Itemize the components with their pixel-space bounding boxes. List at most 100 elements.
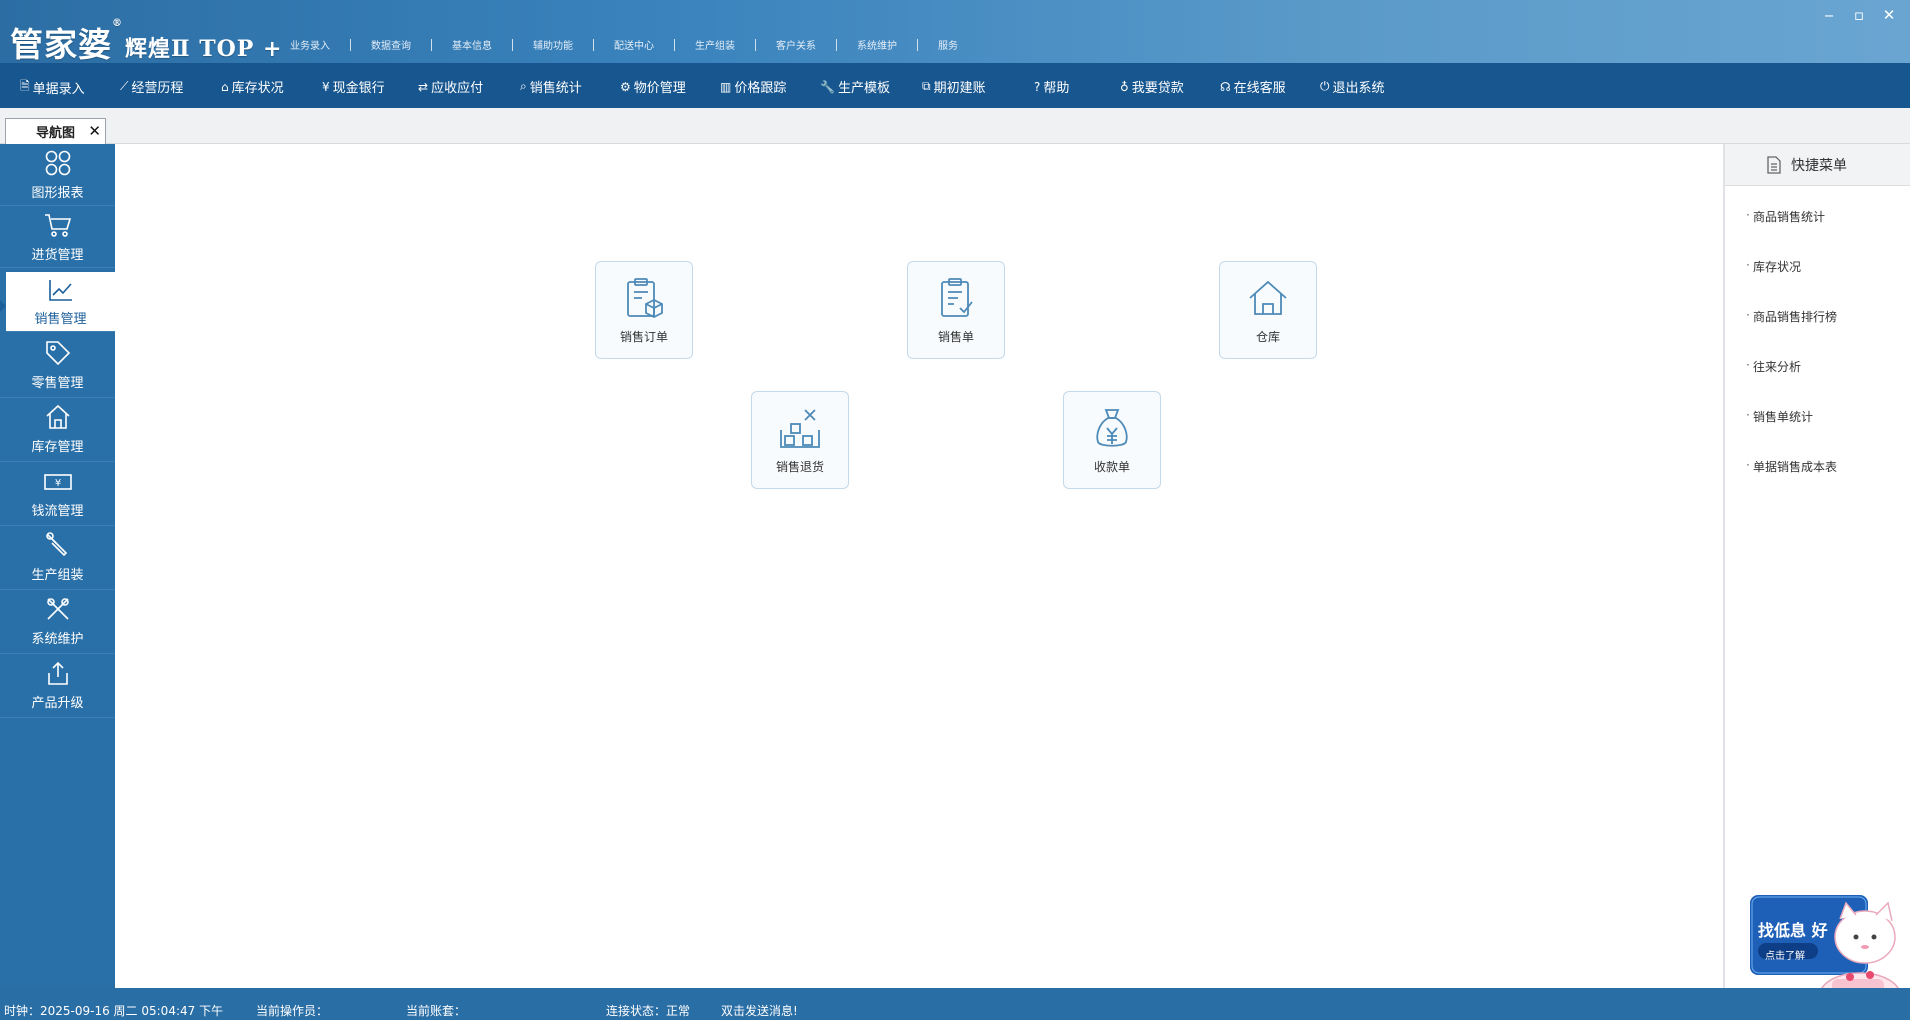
quick-menu-item[interactable]: 库存状况: [1746, 258, 1801, 275]
sidebar-item-system-maintenance[interactable]: 系统维护: [0, 590, 115, 654]
sidebar-item-purchase[interactable]: 进货管理: [0, 206, 115, 268]
tile-receipt[interactable]: 收款单: [1063, 391, 1161, 489]
topmenu-item[interactable]: 基本信息: [432, 37, 512, 52]
toolbar-label: 物价管理: [633, 81, 686, 96]
money-bag-icon: [1096, 409, 1128, 447]
toolbar-inventory-status[interactable]: ⌂ 库存状况: [221, 77, 284, 97]
sidebar-item-production[interactable]: 生产组装: [0, 526, 115, 590]
toolbar-document-entry[interactable]: 🗎 单据录入: [20, 77, 85, 98]
house-icon: [45, 404, 70, 429]
toolbar-loan[interactable]: ♁ 我要贷款: [1120, 77, 1184, 97]
tab-label: 导航图: [35, 126, 75, 141]
toolbar-online-service[interactable]: ☊ 在线客服: [1220, 77, 1286, 97]
sidebar-item-cash-flow[interactable]: ¥ 钱流管理: [0, 462, 115, 526]
tab-navigation-map[interactable]: 导航图 ✕: [5, 118, 106, 144]
status-send-message[interactable]: 双击发送消息!: [721, 1002, 798, 1019]
status-connection: 连接状态：正常: [606, 1004, 691, 1018]
exchange-icon: ⇄: [418, 79, 429, 94]
topmenu-item[interactable]: 配送中心: [594, 37, 674, 52]
quick-menu-item[interactable]: 销售单统计: [1746, 408, 1813, 425]
quick-menu-item[interactable]: 单据销售成本表: [1746, 458, 1837, 475]
topmenu-item[interactable]: 业务录入: [270, 37, 350, 52]
sidebar-item-label: 钱流管理: [31, 504, 84, 519]
toolbar-receivable-payable[interactable]: ⇄ 应收应付: [418, 77, 484, 97]
tile-sales-return[interactable]: 销售退货: [751, 391, 849, 489]
grid-icon: [45, 150, 70, 176]
sidebar-item-inventory[interactable]: 库存管理: [0, 398, 115, 462]
status-bar: 时钟：2025-09-16 周二 05:04:47 下午 当前操作员： 当前账套…: [0, 988, 1910, 1020]
line-chart-icon: ⟋: [120, 79, 129, 93]
window-controls: ‒ ▫ ✕: [1814, 4, 1904, 26]
home-icon: ⌂: [221, 79, 229, 94]
title-bar: 管家婆®辉煌Ⅱ TOP + 业务录入 数据查询 基本信息 辅助功能 配送中心 生…: [0, 0, 1910, 66]
topmenu-item[interactable]: 系统维护: [837, 37, 917, 52]
tile-sales-order[interactable]: 销售订单: [595, 261, 693, 359]
cart-icon: [44, 214, 71, 237]
question-icon: ?: [1034, 79, 1041, 94]
topmenu-item[interactable]: 数据查询: [351, 37, 431, 52]
toolbar-cash-bank[interactable]: ¥ 现金银行: [322, 77, 385, 97]
toolbar-business-history[interactable]: ⟋ 经营历程: [120, 77, 183, 96]
trend-icon: [48, 280, 72, 301]
clipboard-check-icon: [941, 278, 973, 317]
ad-cta[interactable]: 点击了解: [1765, 947, 1805, 962]
status-clock: 时钟：2025-09-16 周二 05:04:47 下午: [4, 1004, 224, 1018]
status-operator: 当前操作员：: [256, 1004, 329, 1018]
top-menu: 业务录入 数据查询 基本信息 辅助功能 配送中心 生产组装 客户关系 系统维护 …: [270, 37, 978, 52]
app-logo: 管家婆®辉煌Ⅱ TOP +: [10, 18, 282, 66]
document-icon: [1767, 155, 1781, 174]
toolbar-sales-statistics[interactable]: ⌕ 销售统计: [520, 77, 582, 96]
tab-strip: 导航图 ✕: [0, 108, 1910, 144]
tile-warehouse[interactable]: 仓库: [1219, 261, 1317, 359]
app-window: 管家婆®辉煌Ⅱ TOP + 业务录入 数据查询 基本信息 辅助功能 配送中心 生…: [0, 0, 1910, 1020]
toolbar-label: 现金银行: [332, 81, 385, 96]
sidebar-item-upgrade[interactable]: 产品升级: [0, 654, 115, 718]
toolbar-price-management[interactable]: ⚙ 物价管理: [620, 77, 686, 97]
tile-label: 销售订单: [619, 330, 668, 344]
bar-chart-icon: ▥: [720, 79, 732, 94]
sidebar-item-retail[interactable]: 零售管理: [0, 334, 115, 398]
money-bag-icon: ♁: [1120, 79, 1129, 94]
toolbar-help[interactable]: ? 帮助: [1034, 77, 1069, 97]
sidebar-item-sales[interactable]: 销售管理: [0, 272, 115, 332]
toolbar-exit[interactable]: ⏻ 退出系统: [1320, 77, 1385, 96]
quick-menu-item[interactable]: 往来分析: [1746, 358, 1801, 375]
quick-menu-item[interactable]: 商品销售统计: [1746, 208, 1825, 225]
tag-icon: [45, 341, 70, 366]
tile-label: 销售退货: [775, 460, 824, 474]
toolbar-label: 单据录入: [32, 82, 85, 97]
maximize-icon[interactable]: ▫: [1844, 4, 1874, 26]
external-link-icon: ⧉: [922, 79, 931, 93]
toolbar-label: 经营历程: [131, 81, 184, 96]
toolbar-production-template[interactable]: 🔧 生产模板: [820, 77, 890, 97]
topmenu-item[interactable]: 客户关系: [756, 37, 836, 52]
quick-menu-header: 快捷菜单: [1725, 144, 1910, 186]
toolbar-label: 期初建账: [933, 81, 986, 96]
tools-icon: [46, 598, 69, 620]
toolbar-price-tracking[interactable]: ▥ 价格跟踪: [720, 77, 786, 97]
sidebar-item-graphic-reports[interactable]: 图形报表: [0, 144, 115, 206]
toolbar-opening-accounts[interactable]: ⧉ 期初建账: [922, 77, 986, 96]
main-toolbar: 🗎 单据录入 ⟋ 经营历程 ⌂ 库存状况 ¥ 现金银行 ⇄ 应收应付 ⌕ 销售统计 ⚙ 物价管…: [0, 63, 1910, 108]
toolbar-label: 在线客服: [1233, 81, 1286, 96]
toolbar-label: 应收应付: [431, 81, 484, 96]
toolbar-label: 我要贷款: [1131, 81, 1184, 96]
document-edit-icon: 🗎: [20, 79, 30, 93]
tile-sales-invoice[interactable]: 销售单: [907, 261, 1005, 359]
close-icon[interactable]: ✕: [1874, 4, 1904, 26]
wrench-icon: [45, 532, 67, 557]
quick-menu-item[interactable]: 商品销售排行榜: [1746, 308, 1837, 325]
close-icon[interactable]: ✕: [88, 122, 101, 140]
logo-main: 管家婆: [10, 25, 112, 64]
power-icon: ⏻: [1320, 79, 1330, 93]
warehouse-icon: [1249, 280, 1287, 315]
topmenu-item[interactable]: 辅助功能: [513, 37, 593, 52]
topmenu-item[interactable]: 生产组装: [675, 37, 755, 52]
yen-icon: ¥: [322, 79, 330, 94]
cash-icon: ¥: [43, 474, 72, 490]
logo-sub: 辉煌Ⅱ TOP +: [125, 36, 283, 62]
search-icon: ⌕: [520, 79, 527, 93]
topmenu-item[interactable]: 服务: [918, 37, 978, 52]
quick-menu-panel: 快捷菜单 商品销售统计 库存状况 商品销售排行榜 往来分析 销售单统计 单据销售…: [1723, 144, 1910, 988]
minimize-icon[interactable]: ‒: [1814, 4, 1844, 26]
